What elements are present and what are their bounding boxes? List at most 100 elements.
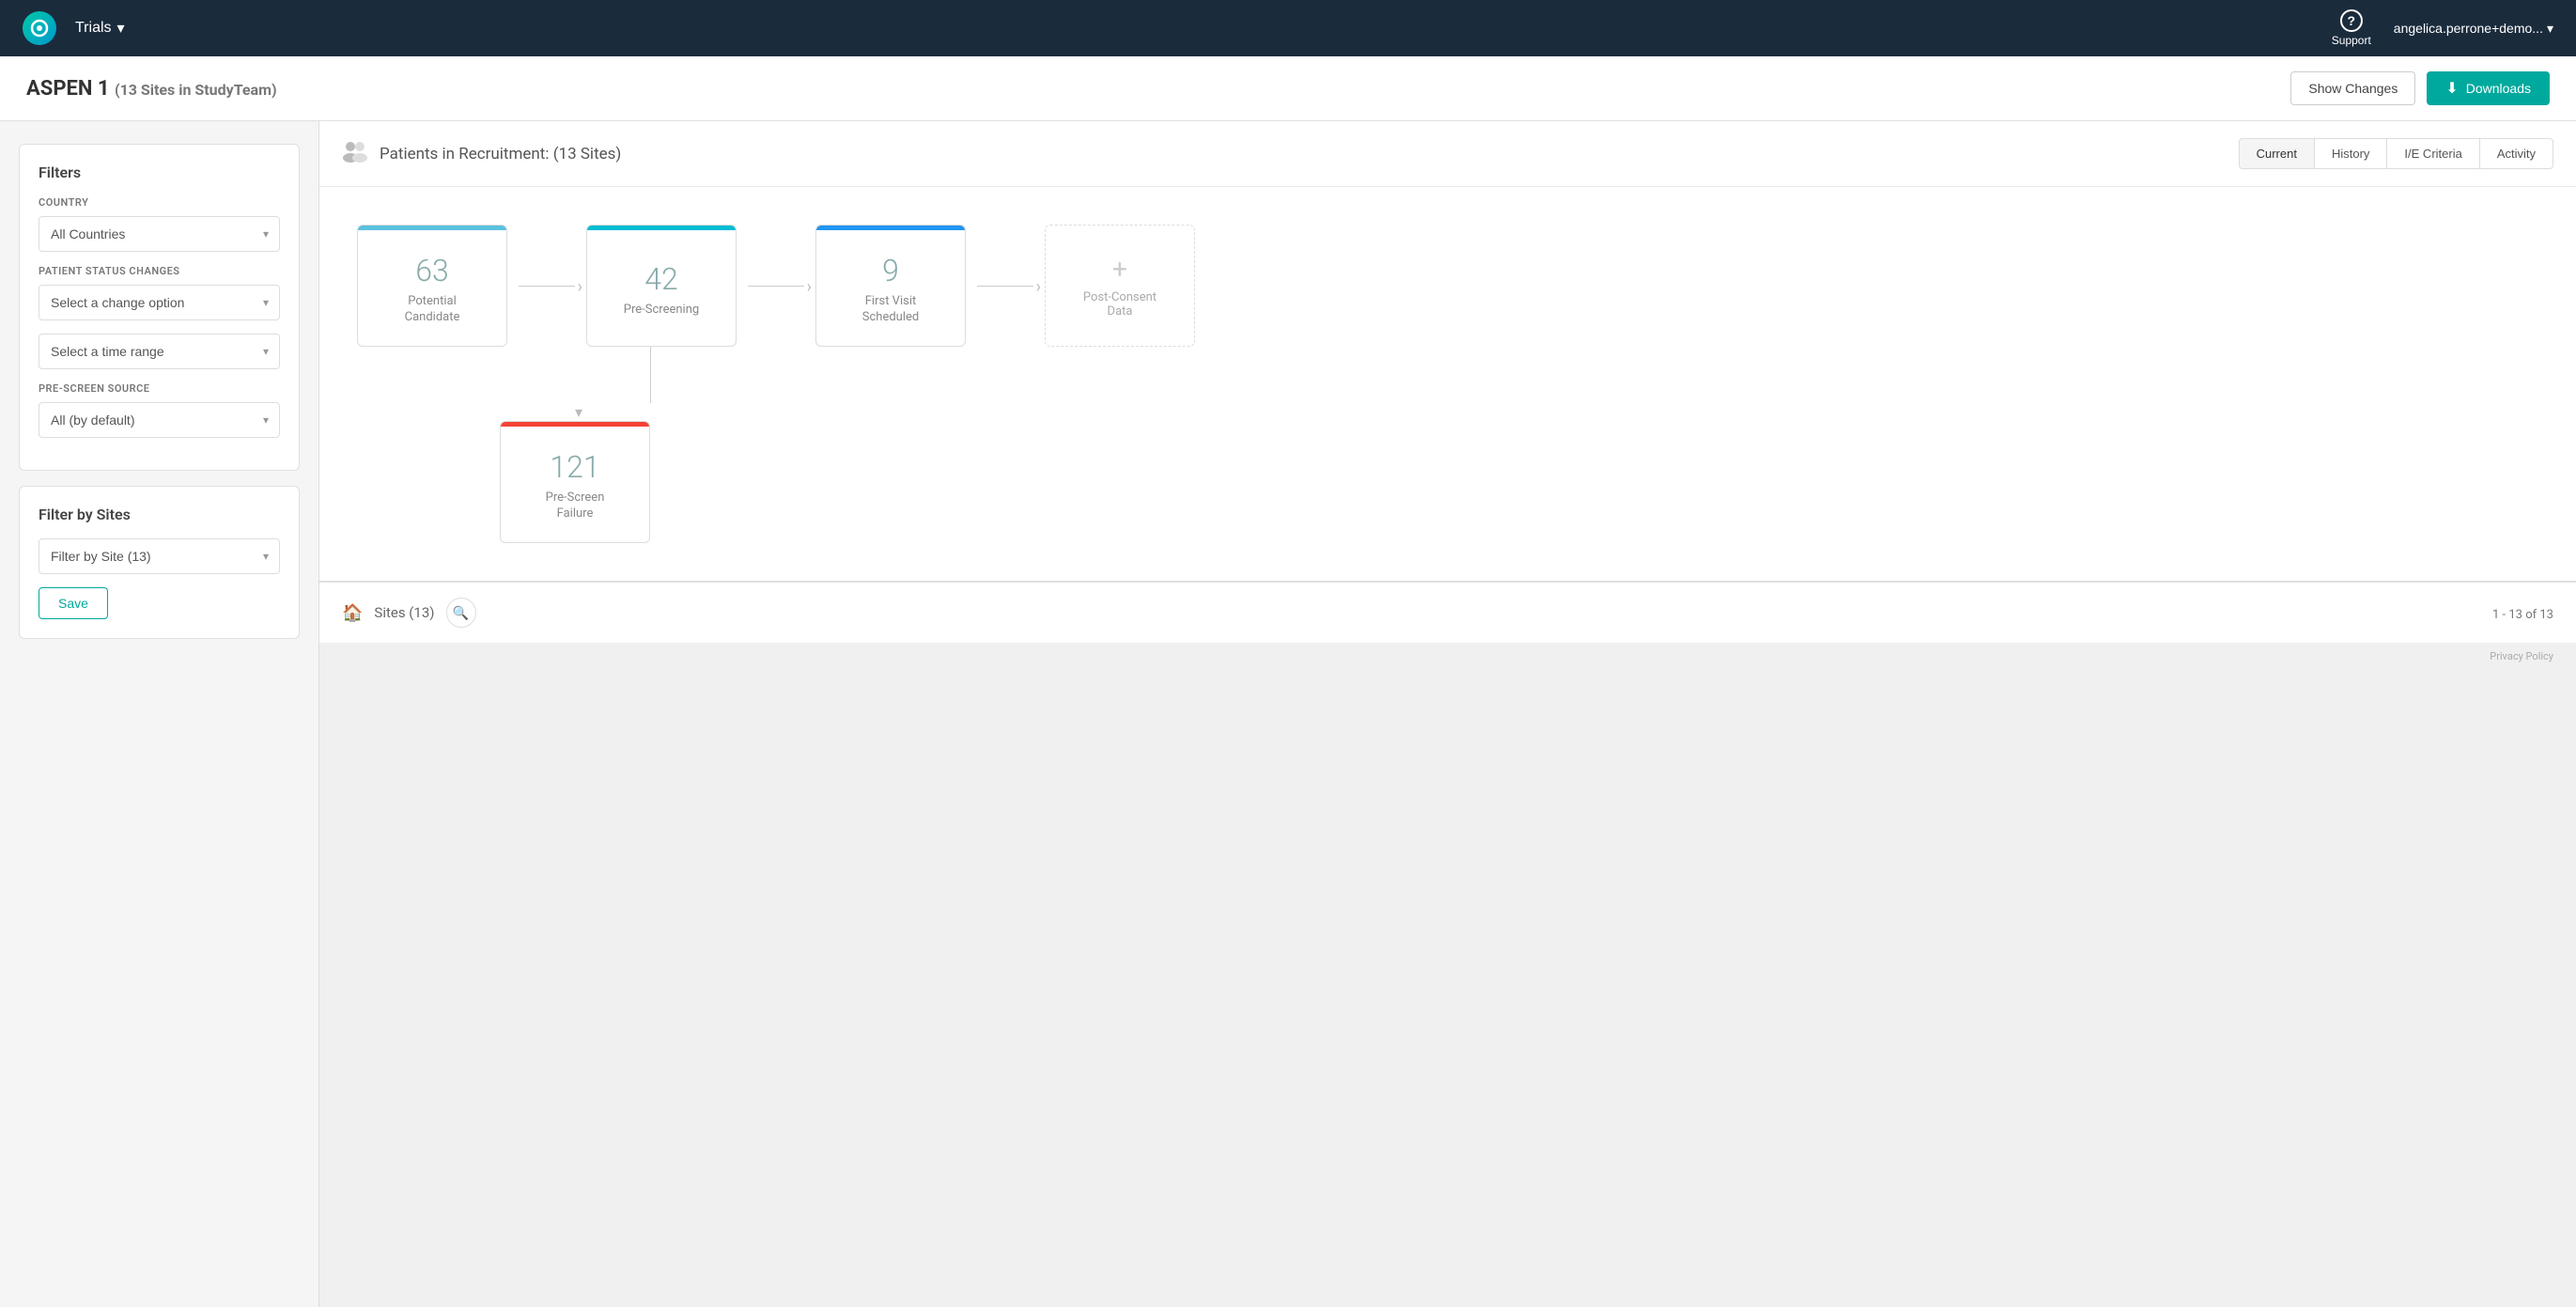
- node-top-bar: [358, 226, 506, 230]
- time-range-select-wrapper: Select a time range ▾: [39, 334, 280, 369]
- down-arrow-container: ▾: [575, 403, 582, 421]
- pre-screen-select-wrapper: All (by default) ▾: [39, 402, 280, 438]
- arrow-1: ›: [507, 286, 586, 287]
- time-range-select[interactable]: Select a time range: [39, 334, 280, 369]
- node-post-consent[interactable]: + Post-ConsentData: [1045, 225, 1195, 347]
- sites-home-icon: 🏠: [342, 603, 363, 623]
- node-top-bar-3: [816, 226, 965, 230]
- arrow-head-1: ›: [578, 277, 582, 297]
- footer: Privacy Policy: [319, 643, 2576, 670]
- sites-title-row: 🏠 Sites (13) 🔍: [342, 598, 476, 628]
- panel-title-row: Patients in Recruitment: (13 Sites): [342, 140, 621, 168]
- downloads-label: Downloads: [2466, 81, 2531, 96]
- patient-status-label: PATIENT STATUS CHANGES: [39, 265, 280, 277]
- tab-current[interactable]: Current: [2239, 138, 2315, 169]
- patients-icon: [342, 140, 368, 168]
- trials-chevron-icon: ▾: [117, 19, 125, 38]
- nav-right: ? Support angelica.perrone+demo... ▾: [2332, 9, 2553, 47]
- download-icon: ⬇: [2445, 79, 2458, 98]
- sites-right: 1 - 13 of 13: [2492, 604, 2553, 622]
- privacy-policy-link[interactable]: Privacy Policy: [2490, 650, 2553, 662]
- content-area: Patients in Recruitment: (13 Sites) Curr…: [319, 121, 2576, 1307]
- arrow-line-1: ›: [519, 286, 575, 287]
- header-actions: Show Changes ⬇ Downloads: [2290, 71, 2550, 105]
- filter-sites-section: Filter by Sites Filter by Site (13) ▾ Sa…: [19, 486, 300, 639]
- tab-ie-criteria[interactable]: I/E Criteria: [2387, 138, 2479, 169]
- sites-count-subtitle: (13 Sites in StudyTeam): [115, 81, 277, 99]
- flow-diagram: 63 PotentialCandidate › 42 Pre-Screening: [319, 187, 2576, 581]
- filters-section: Filters COUNTRY All Countries ▾ PATIENT …: [19, 144, 300, 471]
- patient-status-filter: PATIENT STATUS CHANGES Select a change o…: [39, 265, 280, 369]
- arrow-3: ›: [966, 286, 1045, 287]
- down-line-container: [575, 347, 725, 403]
- flow-bottom-row: ▾: [575, 403, 2548, 421]
- down-line: [650, 347, 651, 403]
- spacer-left: [357, 347, 507, 403]
- pre-screen-label: PRE-SCREEN SOURCE: [39, 382, 280, 395]
- potential-candidate-label: PotentialCandidate: [405, 294, 460, 326]
- pre-screen-filter: PRE-SCREEN SOURCE All (by default) ▾: [39, 382, 280, 438]
- arrow-head-3: ›: [1036, 277, 1041, 297]
- node-potential-candidate[interactable]: 63 PotentialCandidate: [357, 225, 507, 347]
- support-button[interactable]: ? Support: [2332, 9, 2371, 47]
- site-filter-select[interactable]: Filter by Site (13): [39, 538, 280, 574]
- tab-history[interactable]: History: [2315, 138, 2387, 169]
- sidebar: Filters COUNTRY All Countries ▾ PATIENT …: [0, 121, 319, 1307]
- failure-row: 121 Pre-ScreenFailure: [500, 421, 2548, 543]
- country-filter-label: COUNTRY: [39, 196, 280, 209]
- page-title: ASPEN 1 (13 Sites in StudyTeam): [26, 77, 277, 101]
- sites-count-label: Sites (13): [374, 604, 434, 621]
- top-navigation: Trials ▾ ? Support angelica.perrone+demo…: [0, 0, 2576, 56]
- nav-left: Trials ▾: [23, 11, 125, 45]
- spacer-arrow: [507, 347, 575, 403]
- save-filter-button[interactable]: Save: [39, 587, 108, 619]
- main-layout: Filters COUNTRY All Countries ▾ PATIENT …: [0, 121, 2576, 1307]
- show-changes-button[interactable]: Show Changes: [2290, 71, 2415, 105]
- panel-title-text: Patients in Recruitment: (13 Sites): [380, 145, 621, 163]
- potential-candidate-count: 63: [415, 253, 449, 288]
- post-consent-label: Post-ConsentData: [1083, 290, 1156, 319]
- first-visit-count: 9: [882, 253, 899, 288]
- country-select[interactable]: All Countries: [39, 216, 280, 252]
- pre-screening-count: 42: [644, 261, 678, 297]
- pre-screen-failure-count: 121: [550, 449, 599, 485]
- flow-top-row: 63 PotentialCandidate › 42 Pre-Screening: [357, 225, 2548, 347]
- first-visit-label: First VisitScheduled: [862, 294, 919, 326]
- connector-row: [357, 347, 2548, 403]
- node-top-bar-2: [587, 226, 736, 230]
- pre-screen-failure-label: Pre-ScreenFailure: [546, 490, 605, 522]
- site-filter-select-wrapper: Filter by Site (13) ▾: [39, 538, 280, 574]
- arrow-2: ›: [737, 286, 815, 287]
- filter-sites-heading: Filter by Sites: [39, 506, 280, 523]
- panel-header: Patients in Recruitment: (13 Sites) Curr…: [319, 121, 2576, 187]
- sites-pagination: 1 - 13 of 13: [2492, 608, 2553, 622]
- trials-dropdown-button[interactable]: Trials ▾: [75, 19, 125, 38]
- change-option-select[interactable]: Select a change option: [39, 285, 280, 320]
- node-pre-screening[interactable]: 42 Pre-Screening: [586, 225, 737, 347]
- node-top-bar-red: [501, 422, 649, 427]
- filters-heading: Filters: [39, 163, 280, 181]
- arrow-line-3: ›: [977, 286, 1033, 287]
- pre-screen-select[interactable]: All (by default): [39, 402, 280, 438]
- app-logo: [23, 11, 56, 45]
- country-select-wrapper: All Countries ▾: [39, 216, 280, 252]
- sites-search-button[interactable]: 🔍: [446, 598, 476, 628]
- arrow-line-2: ›: [748, 286, 804, 287]
- node-first-visit[interactable]: 9 First VisitScheduled: [815, 225, 966, 347]
- user-chevron-icon: ▾: [2547, 21, 2553, 37]
- sites-panel: 🏠 Sites (13) 🔍 1 - 13 of 13: [319, 582, 2576, 643]
- node-pre-screen-failure[interactable]: 121 Pre-ScreenFailure: [500, 421, 650, 543]
- tab-activity[interactable]: Activity: [2480, 138, 2553, 169]
- country-filter: COUNTRY All Countries ▾: [39, 196, 280, 252]
- pre-screening-label: Pre-Screening: [624, 303, 699, 319]
- recruitment-panel: Patients in Recruitment: (13 Sites) Curr…: [319, 121, 2576, 582]
- user-label: angelica.perrone+demo...: [2394, 21, 2543, 36]
- change-option-select-wrapper: Select a change option ▾: [39, 285, 280, 320]
- plus-icon: +: [1112, 254, 1127, 285]
- downloads-button[interactable]: ⬇ Downloads: [2427, 71, 2550, 105]
- down-arrow-icon: ▾: [575, 403, 582, 421]
- support-label: Support: [2332, 34, 2371, 47]
- page-header: ASPEN 1 (13 Sites in StudyTeam) Show Cha…: [0, 56, 2576, 121]
- arrow-head-2: ›: [807, 277, 812, 297]
- user-menu-button[interactable]: angelica.perrone+demo... ▾: [2394, 21, 2553, 37]
